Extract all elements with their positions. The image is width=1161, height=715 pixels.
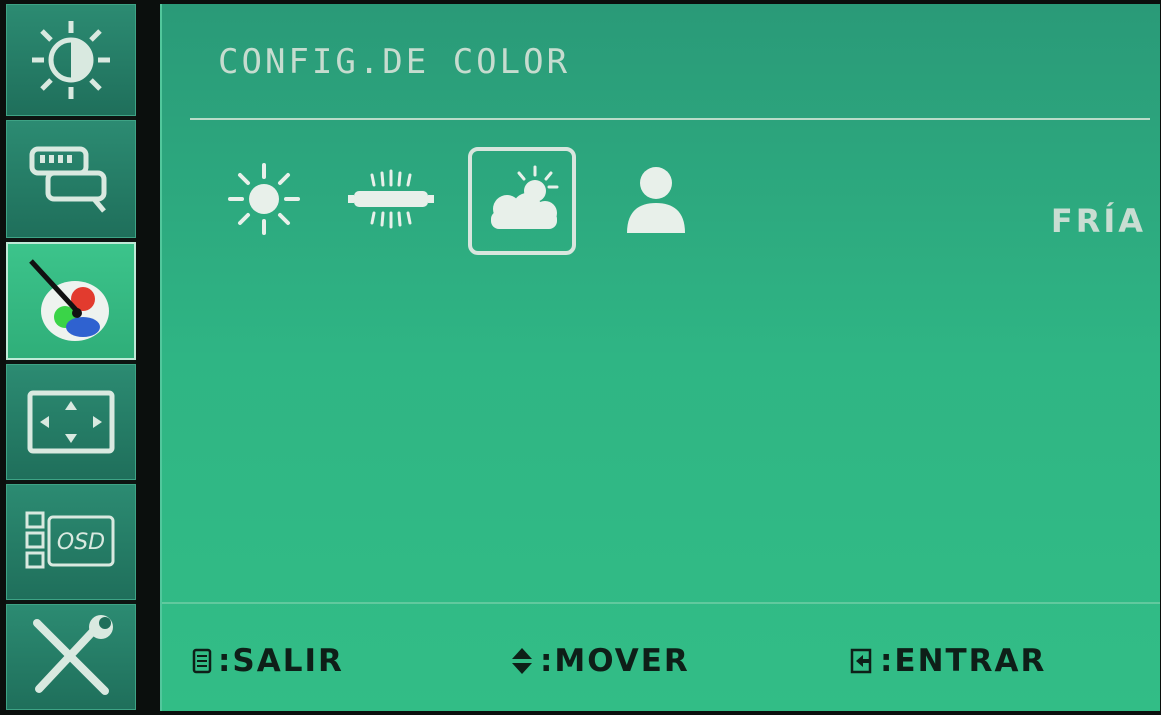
- sun-warm-icon: [224, 159, 304, 243]
- preset-cool[interactable]: [468, 147, 576, 255]
- color-palette-icon: [23, 253, 119, 349]
- tools-icon: [25, 611, 117, 703]
- footer-exit: :SALIR: [192, 641, 344, 681]
- sidebar: OSD: [6, 4, 136, 710]
- cloudy-cool-icon: [477, 159, 567, 243]
- page-title: CONFIG.DE COLOR: [218, 42, 571, 82]
- footer-enter: :ENTRAR: [850, 641, 1046, 681]
- image-setup-icon: [26, 139, 116, 219]
- sidebar-item-color-setup[interactable]: [6, 242, 136, 360]
- brightness-contrast-icon: [28, 17, 114, 103]
- sidebar-item-position[interactable]: [6, 364, 136, 480]
- footer-divider: [162, 602, 1160, 604]
- osd-icon: OSD: [23, 507, 119, 577]
- enter-icon: [850, 648, 874, 674]
- title-divider: [190, 118, 1150, 120]
- preset-normal[interactable]: [337, 147, 445, 255]
- sidebar-item-brightness[interactable]: [6, 4, 136, 116]
- svg-text:OSD: OSD: [57, 530, 105, 555]
- enter-label: :ENTRAR: [880, 643, 1047, 679]
- sidebar-item-osd[interactable]: OSD: [6, 484, 136, 600]
- color-config-panel: CONFIG.DE COLOR FRÍA:SALIR:MOVER:ENTR…: [160, 4, 1160, 711]
- up-down-icon: [510, 647, 534, 675]
- preset-user[interactable]: [602, 147, 710, 255]
- footer-move: :MOVER: [510, 641, 690, 681]
- preset-warm[interactable]: [210, 147, 318, 255]
- sidebar-item-extra[interactable]: [6, 604, 136, 710]
- move-label: :MOVER: [540, 643, 690, 679]
- exit-label: :SALIR: [218, 643, 344, 679]
- color-temp-value: FRÍA: [1050, 202, 1146, 240]
- sidebar-item-image-setup[interactable]: [6, 120, 136, 238]
- menu-icon: [192, 648, 212, 674]
- position-arrows-icon: [26, 389, 116, 455]
- user-icon: [621, 161, 691, 241]
- fluorescent-normal-icon: [346, 159, 436, 243]
